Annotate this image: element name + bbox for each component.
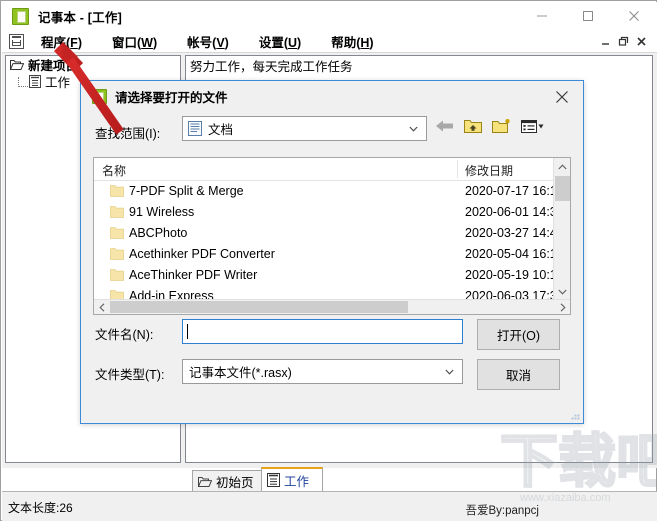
file-date: 2020-05-04 16:10	[465, 247, 564, 261]
chevron-down-icon	[445, 369, 454, 375]
maximize-button[interactable]	[565, 2, 611, 30]
mdi-window-controls	[596, 30, 650, 52]
folder-icon	[110, 206, 124, 218]
look-in-row: 查找范围(I): 文档	[81, 112, 583, 152]
open-button[interactable]: 打开(O)	[477, 319, 560, 350]
close-button[interactable]	[611, 2, 657, 30]
file-name: 91 Wireless	[129, 205, 195, 219]
column-divider[interactable]	[457, 160, 458, 178]
look-in-combo[interactable]: 文档	[182, 116, 427, 141]
folder-icon	[110, 185, 124, 197]
file-type-label: 文件类型(T):	[95, 368, 165, 382]
file-list[interactable]: 名称 修改日期 类型 7-PDF Split & Merge 2020-07-1…	[93, 157, 571, 315]
title-bar: 记事本 - [工作]	[2, 2, 657, 30]
file-date: 2020-06-01 14:39	[465, 205, 564, 219]
document-icon	[188, 121, 202, 136]
folder-icon	[110, 227, 124, 239]
horizontal-scrollbar[interactable]	[94, 299, 570, 314]
file-name: ABCPhoto	[129, 226, 188, 240]
look-in-label: 查找范围(I):	[95, 127, 161, 141]
folder-icon	[110, 248, 124, 260]
editor-content: 努力工作，每天完成工作任务	[190, 60, 353, 74]
folder-icon	[198, 476, 212, 487]
tab-work-label: 工作	[284, 474, 310, 489]
look-in-value: 文档	[208, 123, 234, 137]
tab-start-page[interactable]: 初始页	[192, 470, 264, 491]
scroll-right-button[interactable]	[555, 300, 570, 314]
tree-item-root[interactable]: 新建项目	[6, 56, 180, 73]
status-bar: 文本长度:26 吾爱By:panpcj	[2, 491, 657, 521]
mdi-close-button[interactable]	[632, 32, 650, 50]
column-header-name[interactable]: 名称	[102, 162, 126, 179]
dialog-title: 请选择要打开的文件	[115, 91, 228, 105]
hscrollbar-thumb[interactable]	[110, 301, 408, 313]
file-list-body: 7-PDF Split & Merge 2020-07-17 16:11 文件:…	[94, 181, 570, 314]
resize-grip[interactable]	[570, 410, 580, 420]
window-title: 记事本 - [工作]	[38, 10, 122, 25]
up-folder-icon[interactable]	[464, 118, 482, 134]
file-name: 7-PDF Split & Merge	[129, 184, 244, 198]
tree-child-label: 工作	[45, 76, 71, 90]
minimize-button[interactable]	[519, 2, 565, 30]
mdi-restore-button[interactable]	[614, 32, 632, 50]
file-list-header: 名称 修改日期 类型	[94, 158, 570, 181]
notepad-icon	[29, 75, 41, 88]
views-dropdown-icon[interactable]	[521, 119, 544, 134]
tab-strip: 初始页 工作	[184, 467, 654, 491]
table-row[interactable]: Acethinker PDF Converter 2020-05-04 16:1…	[94, 244, 570, 265]
file-date: 2020-03-27 14:44	[465, 226, 564, 240]
table-row[interactable]: AceThinker PDF Writer 2020-05-19 10:14 文…	[94, 265, 570, 286]
notepad-icon	[267, 473, 280, 487]
menu-window[interactable]: 窗口(W)	[105, 30, 164, 53]
file-type-combo[interactable]: 记事本文件(*.rasx)	[182, 359, 463, 384]
chevron-down-icon	[409, 126, 418, 132]
scrollbar-thumb[interactable]	[555, 176, 570, 201]
mdi-minimize-button[interactable]	[596, 32, 614, 50]
notepad-icon	[12, 7, 29, 25]
table-row[interactable]: 7-PDF Split & Merge 2020-07-17 16:11 文件:	[94, 181, 570, 202]
new-folder-icon[interactable]	[492, 118, 511, 134]
scroll-left-button[interactable]	[94, 300, 109, 314]
tree-connector	[18, 76, 28, 87]
tab-start-page-label: 初始页	[216, 475, 254, 490]
scroll-down-button[interactable]	[554, 283, 570, 300]
file-type-value: 记事本文件(*.rasx)	[189, 366, 292, 380]
notepad-icon	[92, 89, 107, 104]
dialog-title-bar: 请选择要打开的文件	[81, 81, 583, 112]
back-arrow-icon[interactable]	[436, 119, 454, 133]
notepad-logo-icon	[9, 33, 24, 49]
scroll-up-button[interactable]	[554, 158, 570, 175]
file-date: 2020-07-17 16:11	[465, 184, 563, 198]
cancel-button[interactable]: 取消	[477, 359, 560, 390]
dialog-close-button[interactable]	[545, 84, 579, 109]
folder-icon	[110, 269, 124, 281]
tab-work[interactable]: 工作	[261, 467, 323, 491]
status-author: 吾爱By:panpcj	[465, 505, 539, 517]
menu-account[interactable]: 帐号(V)	[180, 30, 236, 53]
table-row[interactable]: ABCPhoto 2020-03-27 14:44 文件:	[94, 223, 570, 244]
file-name: Acethinker PDF Converter	[129, 247, 275, 261]
text-caret	[187, 324, 188, 339]
column-header-date[interactable]: 修改日期	[465, 162, 513, 179]
window-controls	[519, 2, 657, 30]
folder-open-icon	[10, 60, 24, 70]
menu-program[interactable]: 程序(F)	[34, 30, 89, 53]
vertical-scrollbar[interactable]	[553, 158, 570, 300]
table-row[interactable]: 91 Wireless 2020-06-01 14:39 文件:	[94, 202, 570, 223]
file-name-input[interactable]	[182, 319, 463, 344]
status-text-length: 文本长度:26	[8, 501, 73, 515]
menu-settings[interactable]: 设置(U)	[252, 30, 308, 53]
open-file-dialog: 请选择要打开的文件 查找范围(I): 文档 名称 修改日期 7-PDF Spli…	[80, 80, 584, 424]
file-name-label: 文件名(N):	[95, 328, 154, 342]
file-name: AceThinker PDF Writer	[129, 268, 258, 282]
menu-bar: 程序(F) 窗口(W) 帐号(V) 设置(U) 帮助(H)	[2, 30, 657, 53]
file-date: 2020-05-19 10:14	[465, 268, 564, 282]
dialog-nav-buttons	[436, 118, 544, 134]
menu-help[interactable]: 帮助(H)	[324, 30, 380, 53]
